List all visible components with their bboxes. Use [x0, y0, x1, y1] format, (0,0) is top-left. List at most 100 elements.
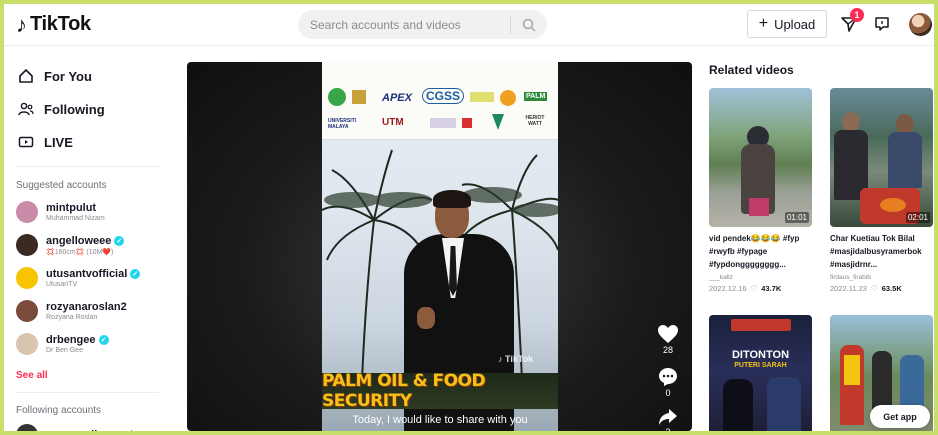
sponsor-logo — [462, 118, 472, 128]
search-icon — [522, 18, 536, 32]
account-name: rozyanaroslan2 — [46, 301, 127, 313]
avatar — [16, 201, 38, 223]
sponsor-cgss: CGSS — [422, 88, 465, 104]
upload-button[interactable]: + Upload — [747, 10, 827, 38]
tiktok-note-icon: ♪ — [16, 11, 27, 37]
share-icon — [659, 409, 677, 425]
nav-label: LIVE — [44, 134, 73, 150]
like-button[interactable]: 28 — [655, 324, 681, 355]
verified-icon: ✓ — [130, 269, 141, 279]
profile-avatar[interactable] — [909, 13, 932, 36]
avatar — [16, 333, 38, 355]
sponsor-um: UNIVERSITI MALAYA — [328, 118, 357, 130]
live-icon — [18, 136, 34, 148]
comment-count: 0 — [665, 388, 671, 398]
heart-outline-icon: ♡ — [750, 284, 758, 293]
get-app-button[interactable]: Get app — [870, 405, 930, 428]
video-subtitle: Today, I would like to share with you — [352, 414, 528, 426]
suggested-account[interactable]: rozyanaroslan2 Rozyana Roslan — [16, 300, 127, 322]
video-meta: 2022.12.16 ♡ 43.7K — [709, 284, 812, 293]
search-input[interactable] — [298, 10, 510, 39]
share-count: 3 — [665, 427, 670, 431]
speaker-hand — [417, 307, 435, 329]
video-meta: 2022.11.23 ♡ 63.5K — [830, 284, 933, 293]
verified-icon: ✓ — [98, 335, 109, 345]
sponsor-logo — [470, 92, 494, 102]
notification-badge: 1 — [850, 8, 864, 22]
account-name: angelloweee ✓ — [46, 235, 125, 247]
video-title-overlay: PALM OIL & FOOD SECURITY — [322, 371, 486, 411]
suggested-account[interactable]: drbengee ✓ Dr Ben Gee — [16, 333, 109, 355]
video-description: Char Kuetiau Tok Bilal #masjidalbusyrame… — [830, 234, 922, 269]
suggested-accounts-title: Suggested accounts — [16, 180, 107, 191]
account-subtitle: Rozyana Roslan — [46, 314, 98, 321]
sponsor-utm: UTM — [382, 117, 404, 128]
sponsor-logos-banner: APEX CGSS PALM UNIVERSITI MALAYA UTM HER… — [322, 62, 558, 140]
see-all-link[interactable]: See all — [16, 370, 48, 381]
inbox-button[interactable] — [871, 13, 893, 35]
following-account[interactable]: navepoolhomesta — [16, 424, 140, 431]
sponsor-heriot-watt: HERIOT WATT — [525, 115, 545, 127]
sidebar: For You Following LIVE Suggested account… — [4, 46, 174, 431]
people-icon — [18, 102, 34, 116]
sponsor-logo — [430, 118, 456, 128]
home-icon — [19, 69, 33, 83]
account-subtitle: Muhammad Nizam — [46, 215, 105, 222]
top-header: ♪ TikTok + Upload 1 — [4, 4, 934, 46]
upload-label: Upload — [774, 16, 816, 32]
account-subtitle: Dr Ben Gee — [46, 347, 83, 354]
video-author: ___kallz — [709, 274, 733, 281]
sponsor-logo — [328, 88, 346, 106]
sponsor-logo — [500, 90, 516, 106]
account-name: navepoolhomesta — [46, 429, 140, 431]
following-accounts-title: Following accounts — [16, 405, 102, 416]
inbox-icon — [875, 17, 889, 31]
account-subtitle: UtusanTV — [46, 281, 78, 288]
video-date: 2022.12.16 — [709, 284, 747, 293]
related-video-card[interactable]: 02:01 Char Kuetiau Tok Bilal #masjidalbu… — [830, 88, 933, 293]
share-button[interactable]: 3 — [655, 408, 681, 431]
related-video-card[interactable]: DITONTON PUTERI SARAH — [709, 315, 812, 431]
tiktok-logo[interactable]: ♪ TikTok — [16, 13, 91, 36]
search-button[interactable] — [511, 10, 547, 39]
sponsor-palm: PALM — [524, 92, 548, 101]
suggested-account[interactable]: utusantvofficial ✓ UtusanTV — [16, 267, 141, 289]
avatar — [16, 267, 38, 289]
suggested-account[interactable]: angelloweee ✓ 💢160cm💢 (10M❤️) — [16, 234, 125, 256]
video-thumbnail: 01:01 — [709, 88, 812, 227]
comment-button[interactable]: 0 — [655, 367, 681, 398]
account-name: utusantvofficial ✓ — [46, 268, 141, 280]
sidebar-divider — [16, 392, 159, 393]
video-thumbnail: DITONTON PUTERI SARAH — [709, 315, 812, 431]
related-videos-title: Related videos — [709, 63, 794, 77]
tiktok-page: ♪ TikTok + Upload 1 For You — [4, 4, 934, 431]
video-description: vid pendek😂😂😂 #fyp #rwyfb #fypage #fypdo… — [709, 234, 800, 269]
video-date: 2022.11.23 — [830, 284, 867, 293]
video-frame[interactable]: APEX CGSS PALM UNIVERSITI MALAYA UTM HER… — [322, 62, 558, 431]
thumbnail-subtitle: PUTERI SARAH — [734, 362, 787, 369]
title-banner: PALM OIL & FOOD SECURITY — [322, 371, 558, 411]
account-name: mintpulut — [46, 202, 97, 214]
messages-button[interactable]: 1 — [838, 8, 864, 35]
comment-icon — [659, 368, 677, 386]
nav-label: For You — [44, 68, 92, 84]
verified-icon: ✓ — [114, 235, 125, 246]
sponsor-apex: APEX — [382, 92, 412, 104]
video-author: firdaus_firabib — [830, 274, 871, 281]
nav-following[interactable]: Following — [18, 101, 105, 117]
sponsor-logo — [492, 114, 504, 130]
nav-for-you[interactable]: For You — [18, 68, 92, 84]
sidebar-divider — [16, 166, 159, 167]
video-duration: 01:01 — [784, 212, 809, 223]
like-count: 28 — [662, 345, 673, 355]
video-player[interactable]: APEX CGSS PALM UNIVERSITI MALAYA UTM HER… — [187, 62, 692, 431]
account-subtitle: 💢160cm💢 (10M❤️) — [46, 248, 114, 256]
nav-label: Following — [44, 101, 105, 117]
related-video-card[interactable]: 01:01 vid pendek😂😂😂 #fyp #rwyfb #fypage … — [709, 88, 812, 293]
suggested-account[interactable]: mintpulut Muhammad Nizam — [16, 201, 105, 223]
heart-outline-icon: ♡ — [870, 284, 878, 293]
video-duration: 02:01 — [905, 212, 930, 223]
avatar — [16, 300, 38, 322]
nav-live[interactable]: LIVE — [18, 134, 73, 150]
video-likes: 43.7K — [761, 284, 782, 293]
